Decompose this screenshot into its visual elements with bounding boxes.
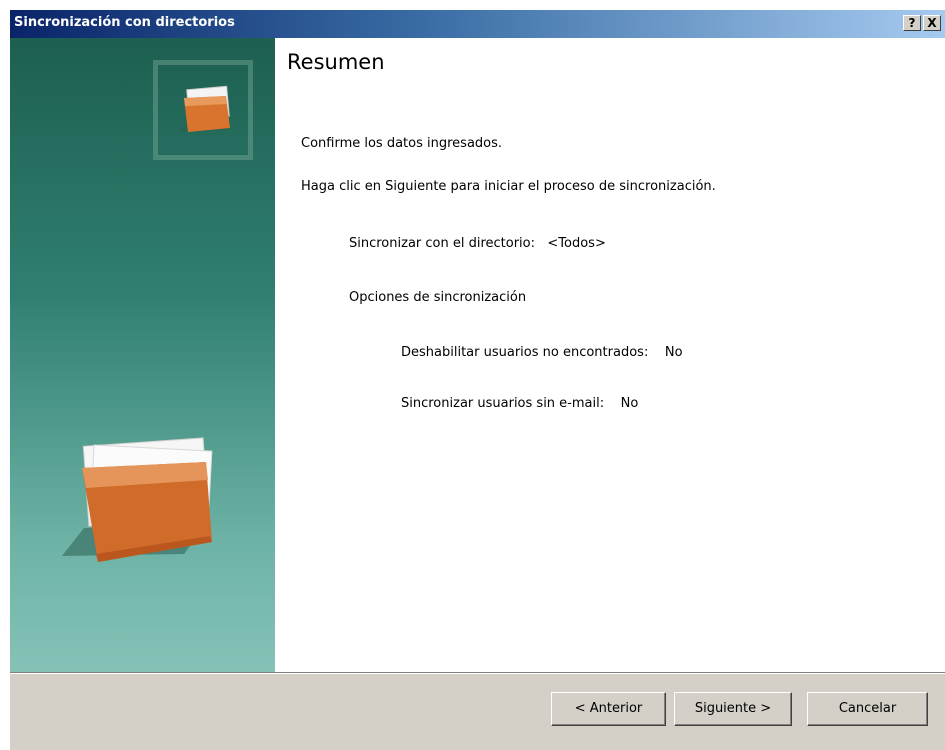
wizard-content: Resumen Confirme los datos ingresados. H… bbox=[275, 38, 945, 672]
wizard-side-panel bbox=[10, 38, 275, 672]
cancel-button[interactable]: Cancelar bbox=[807, 692, 928, 726]
instruction-text: Haga clic en Siguiente para iniciar el p… bbox=[301, 179, 716, 194]
small-folder-icon bbox=[178, 85, 230, 132]
title-bar[interactable]: Sincronización con directorios ? X bbox=[10, 10, 945, 38]
options-heading: Opciones de sincronización bbox=[349, 290, 527, 305]
large-folder-icon bbox=[62, 437, 213, 562]
next-button[interactable]: Siguiente > bbox=[674, 692, 792, 726]
wizard-window: Sincronización con directorios ? X Resum… bbox=[9, 10, 945, 750]
confirm-text: Confirme los datos ingresados. bbox=[301, 136, 503, 151]
option-disable-users: Deshabilitar usuarios no encontrados: No bbox=[401, 345, 683, 360]
help-button[interactable]: ? bbox=[903, 15, 921, 31]
directory-summary: Sincronizar con el directorio: <Todos> bbox=[349, 236, 606, 251]
page-title: Resumen bbox=[287, 50, 385, 74]
back-button[interactable]: < Anterior bbox=[551, 692, 666, 726]
window-title: Sincronización con directorios bbox=[14, 15, 235, 30]
wizard-footer: < Anterior Siguiente > Cancelar bbox=[10, 674, 945, 750]
close-button[interactable]: X bbox=[923, 15, 941, 31]
option-sync-no-email: Sincronizar usuarios sin e-mail: No bbox=[401, 396, 639, 411]
